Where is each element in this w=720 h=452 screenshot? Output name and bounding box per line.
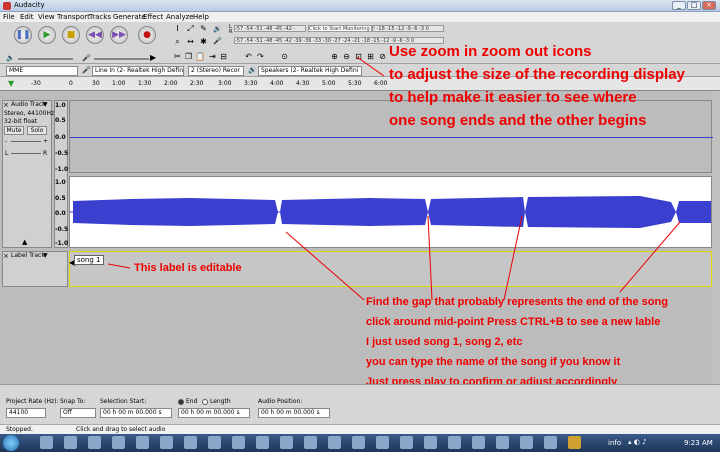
project-rate-select[interactable]: 44100	[6, 408, 46, 418]
taskbar-app-icon[interactable]	[448, 436, 461, 449]
taskbar-app-icon[interactable]	[184, 436, 197, 449]
clock[interactable]: 9:23 AM	[684, 439, 713, 447]
taskbar-app-icon[interactable]	[40, 436, 53, 449]
annotation-zoom-line1: Use zoom in zoom out icons	[389, 43, 592, 60]
taskbar-app-icon[interactable]	[352, 436, 365, 449]
taskbar-app-icon[interactable]	[256, 436, 269, 449]
taskbar-app-icon[interactable]	[208, 436, 221, 449]
taskbar-app-icon[interactable]	[544, 436, 557, 449]
status-text: Stopped.	[6, 426, 33, 433]
end-radio[interactable]	[178, 399, 184, 405]
audio-position-label: Audio Position:	[258, 398, 303, 405]
selection-start-field[interactable]: 00 h 00 m 00.000 s	[100, 408, 172, 418]
taskbar-app-icon[interactable]	[400, 436, 413, 449]
taskbar-app-icon[interactable]	[88, 436, 101, 449]
length-radio[interactable]	[202, 399, 208, 405]
taskbar-app-icon[interactable]	[424, 436, 437, 449]
annotation-gap-line3: I just used song 1, song 2, etc	[366, 336, 523, 348]
audio-position-field[interactable]: 00 h 00 m 00.000 s	[258, 408, 330, 418]
tray-icons[interactable]: ▴ ◐ ♪	[628, 438, 647, 446]
length-radio-label: Length	[210, 398, 231, 405]
project-rate-label: Project Rate (Hz):	[6, 398, 59, 405]
taskbar-audacity-icon[interactable]	[568, 436, 581, 449]
status-bar: Stopped. Click and drag to select audio	[0, 424, 720, 434]
selection-start-label: Selection Start:	[100, 398, 147, 405]
taskbar-app-icon[interactable]	[64, 436, 77, 449]
taskbar-app-icon[interactable]	[472, 436, 485, 449]
taskbar-info[interactable]: info	[608, 439, 621, 447]
status-hint: Click and drag to select audio	[76, 426, 166, 433]
annotation-zoom-line3: to help make it easier to see where	[389, 89, 637, 106]
taskbar-app-icon[interactable]	[136, 436, 149, 449]
taskbar-app-icon[interactable]	[112, 436, 125, 449]
selection-end-field[interactable]: 00 h 00 m 00.000 s	[178, 408, 250, 418]
annotation-gap-line2: click around mid-point Press CTRL+B to s…	[366, 316, 661, 328]
taskbar-app-icon[interactable]	[328, 436, 341, 449]
taskbar-app-icon[interactable]	[160, 436, 173, 449]
snap-to-label: Snap To:	[60, 398, 86, 405]
annotation-zoom-line4: one song ends and the other begins	[389, 112, 647, 129]
start-button[interactable]	[3, 435, 19, 451]
taskbar-app-icon[interactable]	[520, 436, 533, 449]
annotation-gap-line4: you can type the name of the song if you…	[366, 356, 621, 368]
end-radio-label: End	[186, 398, 198, 405]
annotation-gap-line1: Find the gap that probably represents th…	[366, 296, 668, 308]
taskbar-app-icon[interactable]	[496, 436, 509, 449]
taskbar-app-icon[interactable]	[232, 436, 245, 449]
taskbar-app-icon[interactable]	[280, 436, 293, 449]
annotation-label-editable: This label is editable	[134, 262, 242, 274]
annotation-zoom-line2: to adjust the size of the recording disp…	[389, 66, 685, 83]
snap-to-select[interactable]: Off	[60, 408, 96, 418]
taskbar-app-icon[interactable]	[304, 436, 317, 449]
taskbar-app-icon[interactable]	[376, 436, 389, 449]
